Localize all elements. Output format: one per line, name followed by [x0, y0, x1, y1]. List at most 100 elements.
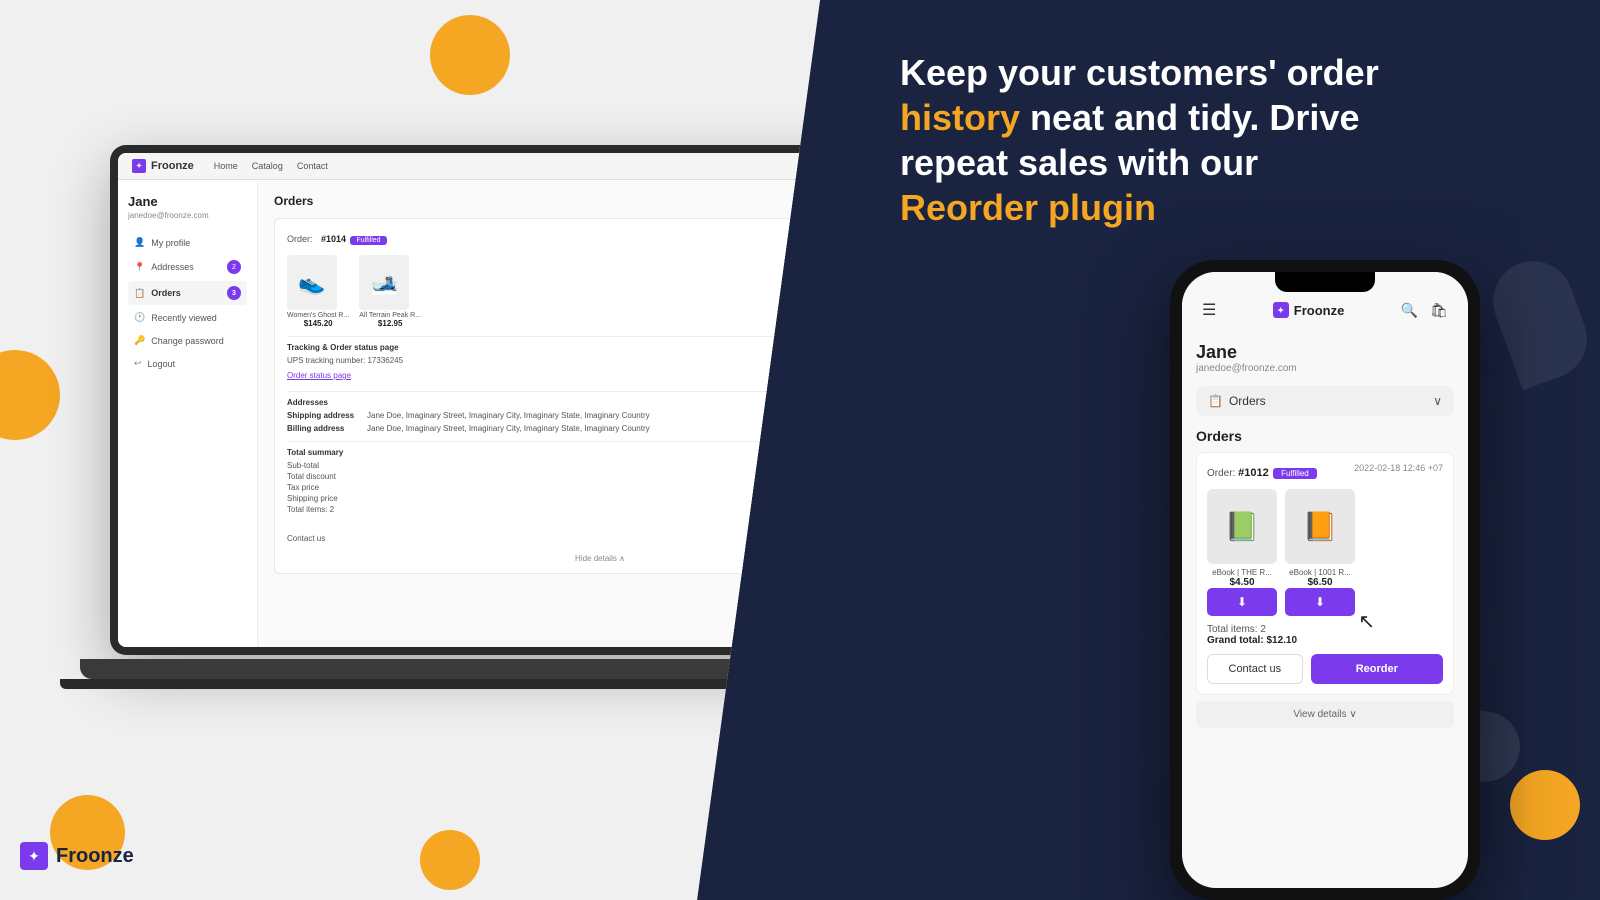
- laptop-screen: ✦ Froonze Home Catalog Contact 🔍 👤 🛍: [118, 153, 820, 647]
- phone-contact-button[interactable]: Contact us: [1207, 654, 1303, 684]
- bottom-logo: ✦ Froonze: [20, 842, 134, 870]
- phone-orders-label: Orders: [1229, 394, 1266, 408]
- laptop-frame: ✦ Froonze Home Catalog Contact 🔍 👤 🛍: [110, 145, 820, 655]
- left-panel: ✦ Froonze ✦ Froonze Home Catalog Contact: [0, 0, 820, 900]
- tracking-ups: UPS tracking number: 17336245: [287, 356, 820, 365]
- product-name-1: Women's Ghost R...: [287, 312, 349, 319]
- sidebar-item-logout[interactable]: ↩ Logout: [128, 353, 247, 374]
- phone-view-details-button[interactable]: View details ∨: [1196, 701, 1454, 728]
- browser-nav: ✦ Froonze Home Catalog Contact 🔍 👤 🛍: [118, 153, 820, 180]
- phone-totals: Total items: 2 Grand total: $12.10: [1207, 624, 1443, 646]
- phone-total-items: Total items: 2: [1207, 624, 1266, 635]
- phone-screen: ☰ ✦ Froonze 🔍 🛍 Jane janedoe@froonze.com: [1182, 272, 1468, 888]
- nav-link-home[interactable]: Home: [214, 161, 238, 171]
- nav-link-catalog[interactable]: Catalog: [252, 161, 283, 171]
- phone-product-1: 📗 eBook | THE R... $4.50 ⬇: [1207, 489, 1277, 616]
- sidebar-label-profile: My profile: [151, 238, 190, 248]
- billing-address-row: Billing address Jane Doe, Imaginary Stre…: [287, 424, 820, 433]
- nav-link-contact[interactable]: Contact: [297, 161, 328, 171]
- order-status-link[interactable]: Order status page: [287, 371, 351, 380]
- product-name-2: All Terrain Peak R...: [359, 312, 421, 319]
- contact-us-button[interactable]: Contact us: [287, 534, 325, 543]
- phone-orders-dropdown[interactable]: 📋 Orders ∨: [1196, 386, 1454, 416]
- tax-row: Tax price $15.82: [287, 483, 820, 492]
- order-header: Order: #1014 Fulfilled 2022-02-18 13:00 …: [287, 229, 820, 247]
- product-emoji-1: 👟: [298, 270, 325, 296]
- browser-content: Jane janedoe@froonze.com 👤 My profile 📍 …: [118, 180, 820, 647]
- phone-total-items-row: Total items: 2: [1207, 624, 1443, 635]
- product-1: 👟 Women's Ghost R... $145.20: [287, 255, 349, 328]
- total-summary-section: Total summary Sub-total $158.15 Total di…: [287, 441, 820, 514]
- hero-line1: Keep your customers' order: [900, 50, 1520, 95]
- orders-panel-title: Orders: [274, 194, 820, 208]
- phone-product-thumb-1: 📗: [1207, 489, 1277, 564]
- orange-circle-bottom-mid: [420, 830, 480, 890]
- sidebar-item-change-password[interactable]: 🔑 Change password: [128, 330, 247, 351]
- hide-details-button[interactable]: Hide details ∧: [287, 554, 820, 563]
- addresses-section-label: Addresses: [287, 398, 820, 407]
- phone-nav-icons: 🔍 🛍: [1401, 302, 1448, 319]
- phone-logo-text: Froonze: [1294, 303, 1345, 318]
- product-thumb-2: 🎿: [359, 255, 409, 310]
- shipping-address-row: Shipping address Jane Doe, Imaginary Str…: [287, 411, 820, 420]
- phone-product-info-1: eBook | THE R... $4.50: [1207, 568, 1277, 588]
- phone-user-name: Jane: [1196, 342, 1454, 363]
- profile-icon: 👤: [134, 237, 145, 248]
- phone-orders-title: Orders: [1196, 428, 1454, 444]
- hero-text: Keep your customers' order history neat …: [900, 50, 1520, 230]
- phone-notch: [1275, 272, 1375, 292]
- sidebar-label-orders: Orders: [151, 288, 181, 298]
- phone-search-icon[interactable]: 🔍: [1401, 302, 1418, 319]
- phone-content: Jane janedoe@froonze.com 📋 Orders ∨ Orde…: [1182, 328, 1468, 888]
- billing-label: Billing address: [287, 424, 367, 433]
- orange-circle-top: [430, 15, 510, 95]
- shipping-row: Shipping price $19.75: [287, 494, 820, 503]
- laptop-base-foot: [60, 679, 820, 689]
- orders-icon: 📋: [134, 288, 145, 299]
- phone-product-2: 📙 eBook | 1001 R... $6.50 ⬇ ↖: [1285, 489, 1355, 616]
- chevron-down-icon: ∨: [1349, 709, 1356, 720]
- phone-reorder-button[interactable]: Reorder: [1311, 654, 1443, 684]
- sidebar-item-addresses[interactable]: 📍 Addresses 2: [128, 255, 247, 279]
- phone-cursor-icon: ↖: [1358, 609, 1375, 634]
- phone-actions: Contact us Reorder: [1207, 654, 1443, 684]
- logo-text: Froonze: [56, 845, 134, 868]
- nav-links: Home Catalog Contact: [214, 161, 328, 171]
- sidebar-item-recently-viewed[interactable]: 🕐 Recently viewed: [128, 307, 247, 328]
- order-footer: Contact us Reorder ↖: [287, 522, 820, 548]
- tax-label: Tax price: [287, 483, 319, 492]
- phone-product-emoji-1: 📗: [1225, 510, 1260, 543]
- addresses-icon: 📍: [134, 262, 145, 273]
- hero-line2-white: neat and tidy. Drive: [1030, 97, 1359, 138]
- hamburger-icon[interactable]: ☰: [1202, 300, 1216, 320]
- phone-download-btn-2[interactable]: ⬇ ↖: [1285, 588, 1355, 616]
- phone-order-badge: Fulfilled: [1273, 468, 1317, 479]
- chevron-down-icon: ∨: [1433, 394, 1442, 408]
- phone-product-info-2: eBook | 1001 R... $6.50: [1285, 568, 1355, 588]
- subtotal-label: Sub-total: [287, 461, 319, 470]
- logo-icon: ✦: [20, 842, 48, 870]
- download-icon-2: ⬇: [1315, 595, 1325, 609]
- order-products: 👟 Women's Ghost R... $145.20 🎿 Al: [287, 255, 820, 328]
- sidebar-item-profile[interactable]: 👤 My profile: [128, 232, 247, 253]
- phone-product-price-2: $6.50: [1285, 577, 1355, 588]
- account-sidebar: Jane janedoe@froonze.com 👤 My profile 📍 …: [118, 180, 258, 647]
- phone-cart-icon[interactable]: 🛍: [1430, 302, 1448, 319]
- sidebar-item-orders[interactable]: 📋 Orders 3: [128, 281, 247, 305]
- summary-label: Total summary: [287, 448, 820, 457]
- recently-viewed-icon: 🕐: [134, 312, 145, 323]
- phone-order-id: #1012: [1238, 467, 1269, 479]
- phone-logo-icon: ✦: [1273, 302, 1289, 318]
- phone-order-header: Order: #1012 Fulfilled 2022-02-18 12:46 …: [1207, 463, 1443, 481]
- browser-logo-icon: ✦: [132, 159, 146, 173]
- phone-user-email: janedoe@froonze.com: [1196, 363, 1454, 374]
- discount-label: Total discount: [287, 472, 336, 481]
- phone-products: 📗 eBook | THE R... $4.50 ⬇: [1207, 489, 1443, 616]
- phone-product-emoji-2: 📙: [1303, 510, 1338, 543]
- phone-frame: ☰ ✦ Froonze 🔍 🛍 Jane janedoe@froonze.com: [1170, 260, 1480, 900]
- white-shape-top: [1482, 250, 1598, 390]
- right-panel: Keep your customers' order history neat …: [820, 0, 1600, 900]
- orders-badge: 3: [227, 286, 241, 300]
- product-price-2: $12.95: [359, 319, 421, 328]
- phone-download-btn-1[interactable]: ⬇: [1207, 588, 1277, 616]
